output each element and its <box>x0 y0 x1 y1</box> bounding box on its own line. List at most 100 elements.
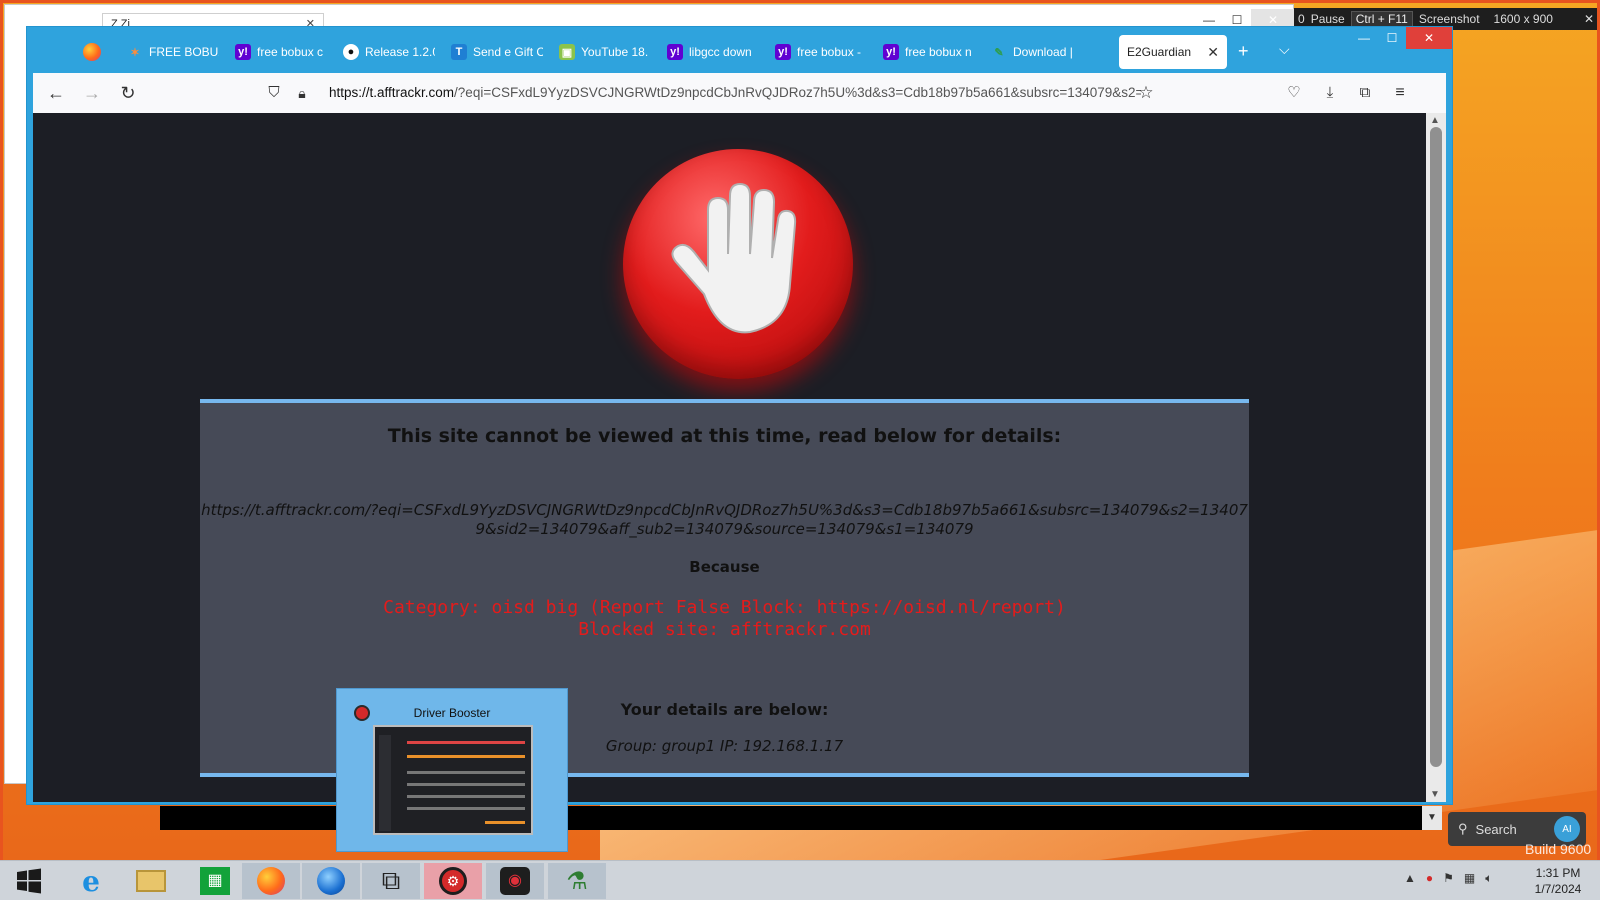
app-icon: ▣ <box>559 44 575 60</box>
recorder-taskbar-button[interactable]: ◉ <box>486 863 544 899</box>
t-letter-icon: T <box>451 44 467 60</box>
tracking-shield-icon[interactable]: ⛉ <box>263 82 285 104</box>
dropdown-arrow-icon[interactable]: ▼ <box>1422 806 1442 830</box>
minimize-icon[interactable]: — <box>1350 27 1378 49</box>
tab-label: Download | <box>1013 45 1073 59</box>
blocked-site: Blocked site: afftrackr.com <box>578 619 871 640</box>
flame-icon: ✶ <box>130 46 140 59</box>
blocked-url: https://t.afftrackr.com/?eqi=CSFxdL9YyzD… <box>201 501 1248 538</box>
tab-close-icon[interactable]: ✕ <box>1207 44 1219 61</box>
firefox-icon <box>257 867 285 895</box>
start-button[interactable] <box>0 863 58 899</box>
preview-row <box>407 783 525 786</box>
preview-row <box>407 755 525 758</box>
folder-icon <box>136 870 166 892</box>
firefox-logo-icon <box>83 43 101 61</box>
tab-label: Release 1.2.0 <box>365 45 435 59</box>
scroll-down-icon[interactable]: ▼ <box>1430 789 1440 800</box>
recorder-counter: 0 <box>1298 12 1305 26</box>
internet-explorer-button[interactable]: e <box>62 863 120 899</box>
store-button[interactable]: ▦ <box>186 863 244 899</box>
pocket-icon[interactable]: ♡ <box>1283 82 1305 104</box>
preview-row <box>407 795 525 798</box>
tab-label: free bobux n <box>905 45 972 59</box>
new-tab-button[interactable]: + <box>1238 41 1249 62</box>
leaf-icon: ✎ <box>994 46 1004 59</box>
tab-download[interactable]: ✎ Download | <box>983 35 1091 69</box>
maximize-icon[interactable]: ☐ <box>1378 27 1406 49</box>
tab-free-bobux-n[interactable]: y! free bobux n <box>875 35 983 69</box>
yahoo-icon: y! <box>667 44 683 60</box>
url-bar[interactable]: https://t.afftrackr.com/?eqi=CSFxdL9YyzD… <box>329 85 1141 100</box>
window-controls: — ☐ ✕ <box>1350 27 1452 49</box>
tab-libgcc[interactable]: y! libgcc down <box>659 35 767 69</box>
block-category[interactable]: Category: oisd big (Report False Block: … <box>200 597 1249 619</box>
url-path: /?eqi=CSFxdL9YyzDSVCJNGRWtDz9npcdCbJnRvQ… <box>454 85 1141 100</box>
file-explorer-button[interactable] <box>122 863 180 899</box>
flask-app-button[interactable]: ⚗ <box>548 863 606 899</box>
taskbar-clock[interactable]: 1:31 PM 1/7/2024 <box>1520 865 1596 897</box>
show-hidden-icons-icon[interactable]: ▲ <box>1404 871 1416 886</box>
preview-image <box>373 725 533 835</box>
recorder-screenshot-button[interactable]: Screenshot <box>1419 12 1480 26</box>
recorder-close-icon[interactable]: ✕ <box>1584 12 1594 26</box>
flask-icon: ⚗ <box>566 867 588 895</box>
tab-free-bobux-c[interactable]: y! free bobux c <box>227 35 335 69</box>
back-arrow-icon[interactable]: ← <box>45 82 67 104</box>
browser-taskbar-button[interactable] <box>302 863 360 899</box>
driver-booster-gear-icon: ⚙ <box>439 867 467 895</box>
stop-hand-icon <box>623 149 853 379</box>
bookmark-star-icon[interactable]: ☆ <box>1135 82 1157 104</box>
recorder-pause-button[interactable]: Pause <box>1311 12 1345 26</box>
taskbar-thumbnail-preview[interactable]: Driver Booster <box>336 688 568 852</box>
reload-icon[interactable]: ↻ <box>117 82 139 104</box>
recorder-shortcut: Ctrl + F11 <box>1350 11 1413 27</box>
page-content: This site cannot be viewed at this time,… <box>33 113 1446 802</box>
close-window-icon[interactable]: ✕ <box>1406 27 1452 49</box>
tab-label: E2Guardian - A <box>1127 45 1193 59</box>
tab-send-egift[interactable]: T Send e Gift C <box>443 35 551 69</box>
navigation-toolbar: ← → ↻ ⛉ 🔒︎ https://t.afftrackr.com/?eqi=… <box>33 73 1446 113</box>
tab-free-bobux[interactable]: ✶ FREE BOBUX <box>119 35 227 69</box>
vertical-scrollbar[interactable]: ▲ ▼ <box>1426 113 1446 802</box>
firefox-window: ✶ FREE BOBUX y! free bobux c ● Release 1… <box>26 26 1453 805</box>
network-icon[interactable]: ▦ <box>1464 871 1475 886</box>
because-label: Because <box>689 558 760 576</box>
preview-row <box>407 741 525 744</box>
tab-label: free bobux c <box>257 45 324 59</box>
tab-free-bobux-dash[interactable]: y! free bobux - <box>767 35 875 69</box>
tab-strip: ✶ FREE BOBUX y! free bobux c ● Release 1… <box>27 27 1452 73</box>
action-center-flag-icon[interactable]: ⚑ <box>1443 871 1454 886</box>
recorder-resolution: 1600 x 900 <box>1493 12 1553 26</box>
yahoo-icon: y! <box>775 44 791 60</box>
tab-label: FREE BOBUX <box>149 45 219 59</box>
driver-booster-tray-icon[interactable]: ● <box>1426 871 1433 886</box>
tab-label: free bobux - <box>797 45 862 59</box>
menu-hamburger-icon[interactable]: ≡ <box>1389 82 1411 104</box>
monitors-icon: ⧉ <box>381 865 401 895</box>
tab-label: YouTube 18. <box>581 45 649 59</box>
ai-assistant-icon[interactable]: AI <box>1554 816 1580 842</box>
extensions-icon[interactable]: ⧉ <box>1354 82 1376 104</box>
volume-muted-icon[interactable]: 🔈︎ <box>1485 871 1492 886</box>
tab-release[interactable]: ● Release 1.2.0 <box>335 35 443 69</box>
list-all-tabs-icon[interactable]: ⌵ <box>1279 41 1290 58</box>
internet-explorer-icon: e <box>82 864 100 898</box>
forward-arrow-icon[interactable]: → <box>81 82 103 104</box>
tab-e2guardian-active[interactable]: E2Guardian - A ✕ <box>1119 35 1227 69</box>
scrollbar-thumb[interactable] <box>1430 127 1442 767</box>
tab-youtube[interactable]: ▣ YouTube 18. <box>551 35 659 69</box>
lock-icon[interactable]: 🔒︎ <box>291 82 313 104</box>
search-icon: ⚲ <box>1458 821 1468 836</box>
store-icon: ▦ <box>200 867 230 895</box>
build-watermark: Build 9600 <box>1525 841 1592 857</box>
driver-booster-taskbar-button[interactable]: ⚙ <box>424 863 482 899</box>
clock-time: 1:31 PM <box>1535 866 1581 880</box>
downloads-icon[interactable]: ⤓ <box>1319 82 1341 104</box>
yahoo-icon: y! <box>883 44 899 60</box>
preview-row <box>485 821 525 824</box>
scroll-up-icon[interactable]: ▲ <box>1430 115 1440 126</box>
remote-desktop-button[interactable]: ⧉ <box>362 863 420 899</box>
firefox-taskbar-button[interactable] <box>242 863 300 899</box>
search-label: Search <box>1475 821 1517 837</box>
